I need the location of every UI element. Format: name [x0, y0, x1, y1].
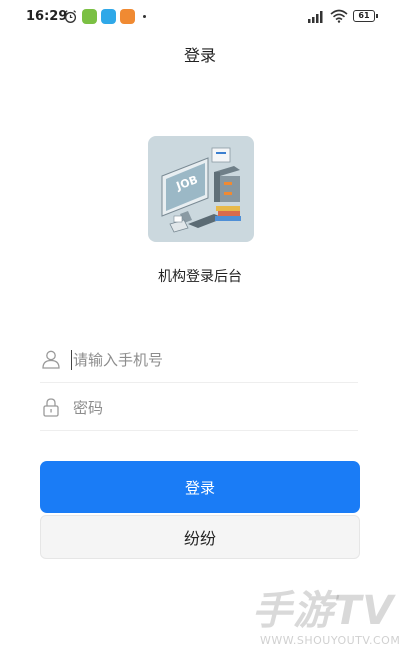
lock-icon [43, 398, 59, 417]
watermark-logo: 手游TV [252, 588, 395, 634]
org-login-caption: 机构登录后台 [158, 269, 242, 285]
phone-input[interactable] [73, 346, 343, 374]
password-field[interactable] [40, 386, 358, 431]
secondary-button[interactable]: 纷纷 [40, 515, 360, 559]
job-illustration: JOB [148, 136, 254, 242]
wifi-icon [330, 9, 348, 23]
page-title: 登录 [183, 46, 216, 65]
app-notification-icon [82, 9, 97, 24]
login-button[interactable]: 登录 [40, 461, 360, 513]
status-time: 16:29 [26, 9, 68, 24]
login-button-label: 登录 [184, 478, 215, 497]
password-input[interactable] [73, 394, 343, 422]
app-notification-icon [101, 9, 116, 24]
more-notifications-dot [143, 15, 146, 18]
alarm-icon [64, 10, 77, 23]
battery-icon: 61 [353, 10, 378, 22]
watermark-url: WWW.SHOUYOUTV.COM [260, 634, 400, 647]
text-cursor [71, 350, 72, 370]
secondary-button-label: 纷纷 [183, 529, 216, 548]
battery-level: 61 [358, 11, 370, 20]
signal-icon [308, 11, 323, 23]
phone-field[interactable] [40, 338, 358, 383]
app-notification-icon [120, 9, 135, 24]
user-icon [42, 350, 60, 369]
site-watermark: 手游TV WWW.SHOUYOUTV.COM [240, 578, 400, 660]
status-bar: 16:29 61 [0, 0, 400, 34]
